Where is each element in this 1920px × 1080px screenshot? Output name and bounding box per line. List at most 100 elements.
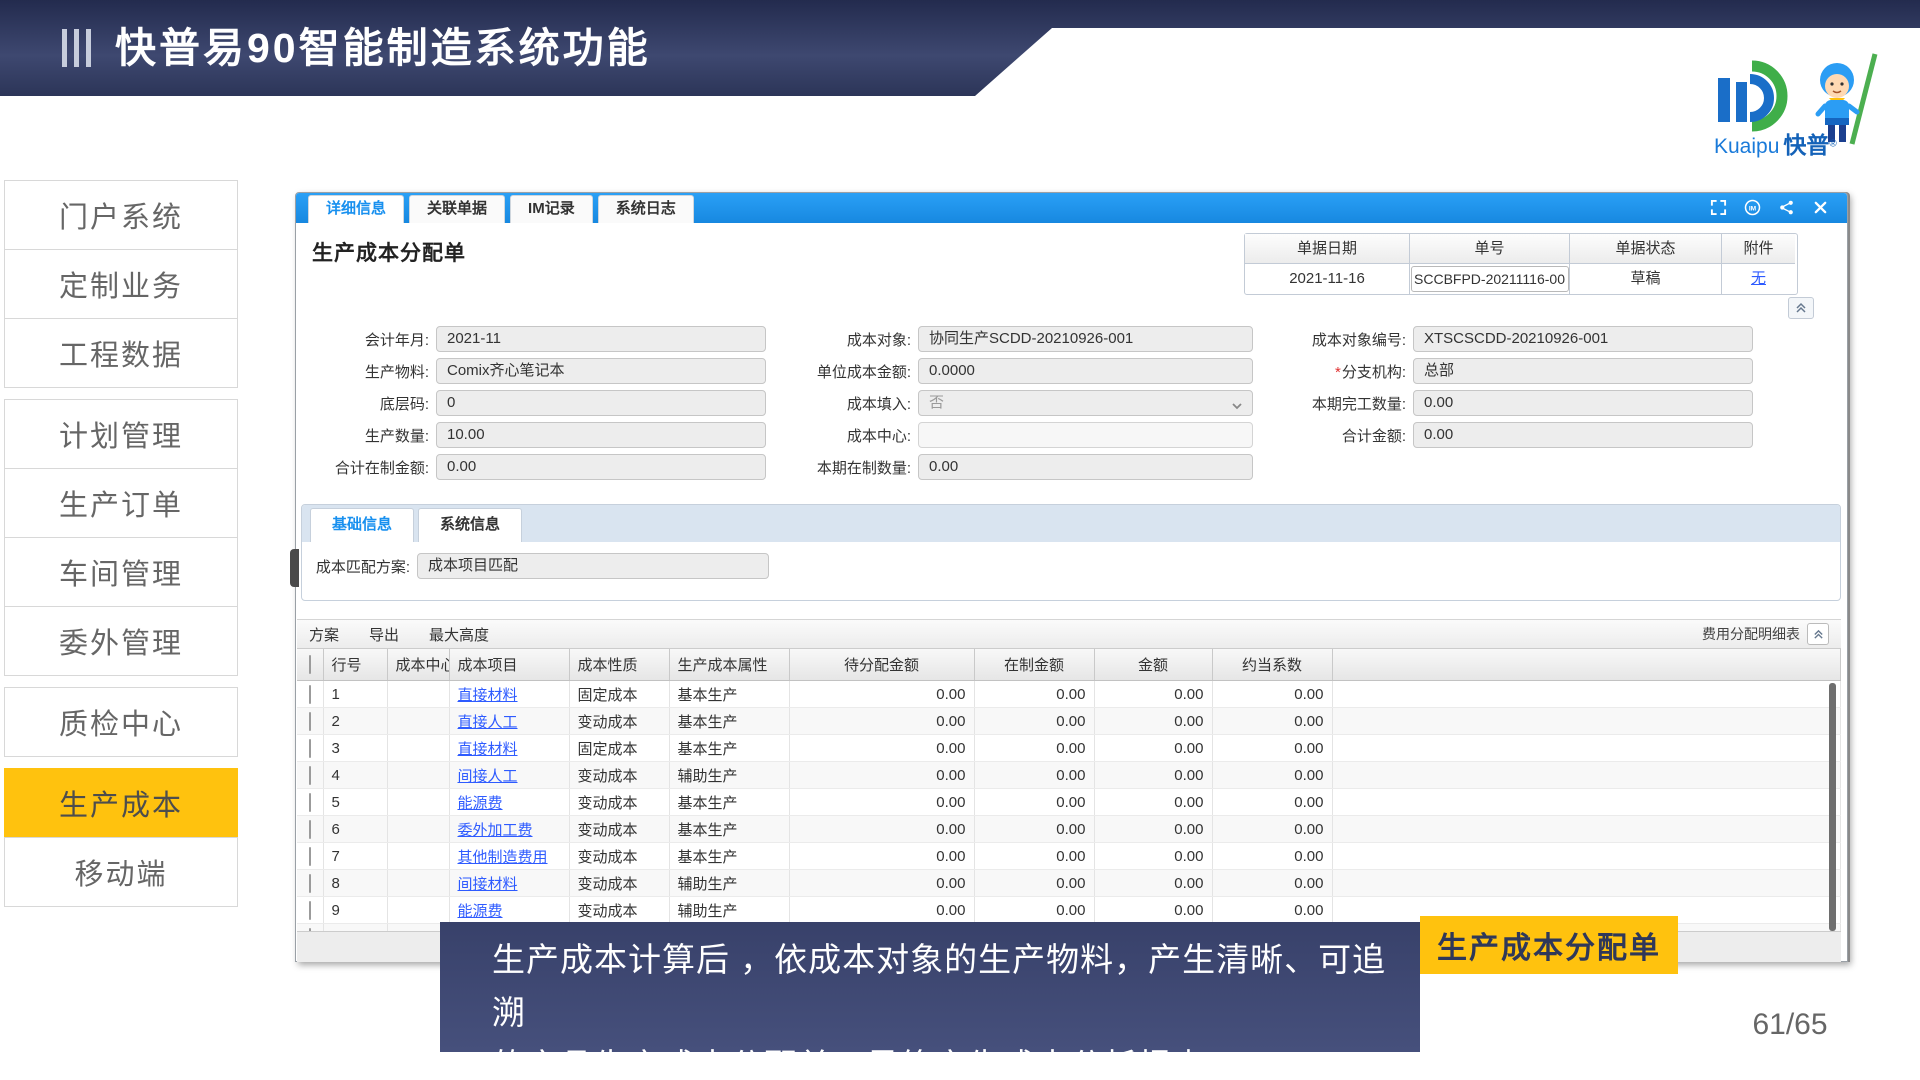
cost-item-link[interactable]: 直接材料 [458, 741, 518, 758]
wip-amount-cell: 0.00 [974, 897, 1094, 924]
caption-box: 生产成本计算后 ，依成本对象的生产物料，产生清晰、可追溯 的产品生产成本分配单，… [440, 922, 1420, 1052]
row-checkbox[interactable] [309, 874, 311, 893]
double-chevron-up-icon [1813, 629, 1824, 640]
field-input[interactable]: 0.0000 [918, 358, 1253, 384]
amount-cell: 0.00 [1094, 735, 1212, 762]
select-all-checkbox[interactable] [309, 655, 311, 674]
wip-amount-cell: 0.00 [974, 708, 1094, 735]
table-row: 5能源费变动成本基本生产0.000.000.000.00 [297, 789, 1841, 816]
row-checkbox-cell [297, 897, 323, 924]
subtab[interactable]: 系统信息 [418, 508, 522, 542]
field-label: 成本填入: [783, 393, 911, 414]
row-checkbox-cell [297, 681, 323, 708]
table-row: 2直接人工变动成本基本生产0.000.000.000.00 [297, 708, 1841, 735]
row-checkbox[interactable] [309, 766, 311, 785]
sidebar-item[interactable]: 委外管理 [4, 606, 238, 676]
cost-attr-cell: 基本生产 [669, 708, 789, 735]
app-tab[interactable]: 系统日志 [598, 195, 694, 223]
grid-header-filler [1332, 649, 1841, 681]
field-input[interactable]: Comix齐心笔记本 [436, 358, 766, 384]
table-row: 8间接材料变动成本辅助生产0.000.000.000.00 [297, 870, 1841, 897]
sidebar-item[interactable]: 定制业务 [4, 249, 238, 319]
sidebar-item[interactable]: 质检中心 [4, 687, 238, 757]
row-checkbox[interactable] [309, 820, 311, 839]
field-input[interactable]: XTSCSCDD-20210926-001 [1413, 326, 1753, 352]
wip-amount-cell: 0.00 [974, 735, 1094, 762]
app-tab[interactable]: 关联单据 [409, 195, 505, 223]
field-input[interactable] [918, 422, 1253, 448]
row-number-cell: 2 [323, 708, 387, 735]
field-input[interactable]: 2021-11 [436, 326, 766, 352]
im-icon[interactable]: IM [1744, 199, 1761, 216]
field-input[interactable]: 0.00 [1413, 422, 1753, 448]
close-icon[interactable] [1812, 199, 1829, 216]
sidebar-item[interactable]: 移动端 [4, 837, 238, 907]
field-input[interactable]: 0 [436, 390, 766, 416]
cost-center-cell [387, 789, 449, 816]
toolbar-item[interactable]: 导出 [369, 624, 399, 645]
field-label: 生产物料: [301, 361, 429, 382]
app-tab[interactable]: IM记录 [510, 195, 593, 223]
grid-collapse-button[interactable] [1807, 623, 1829, 645]
sidebar-item[interactable]: 车间管理 [4, 537, 238, 607]
cost-item-link[interactable]: 间接人工 [458, 768, 518, 785]
row-checkbox-cell [297, 816, 323, 843]
row-checkbox[interactable] [309, 685, 311, 704]
field-label: 合计在制金额: [301, 457, 429, 478]
field-input[interactable]: 10.00 [436, 422, 766, 448]
sidebar-item[interactable]: 计划管理 [4, 399, 238, 469]
doc-number-input[interactable]: SCCBFPD-20211116-00 [1411, 266, 1569, 292]
detail-grid: 方案导出最大高度 费用分配明细表 行号成本中心成本项目成本性质生产成本属性待分配… [297, 619, 1841, 962]
field-input[interactable]: 否 [918, 390, 1253, 416]
field-label: 会计年月: [301, 329, 429, 350]
header-collapse-button[interactable] [1788, 297, 1814, 319]
row-filler-cell [1332, 843, 1841, 870]
cost-item-link[interactable]: 能源费 [458, 903, 503, 920]
sidebar-item[interactable]: 生产订单 [4, 468, 238, 538]
subtab[interactable]: 基础信息 [310, 508, 414, 542]
cost-item-link[interactable]: 直接人工 [458, 714, 518, 731]
toolbar-item[interactable]: 最大高度 [429, 624, 489, 645]
vertical-scrollbar[interactable] [1829, 683, 1836, 931]
cost-attr-cell: 基本生产 [669, 789, 789, 816]
cost-item-link[interactable]: 能源费 [458, 795, 503, 812]
field-input[interactable]: 0.00 [436, 454, 766, 480]
fullscreen-icon[interactable] [1710, 199, 1727, 216]
row-checkbox[interactable] [309, 901, 311, 920]
cost-item-link[interactable]: 间接材料 [458, 876, 518, 893]
attachment-link[interactable]: 无 [1751, 270, 1766, 287]
grid-header-cell: 生产成本属性 [669, 649, 789, 681]
row-checkbox[interactable] [309, 712, 311, 731]
row-checkbox[interactable] [309, 739, 311, 758]
chevron-down-icon[interactable] [1230, 397, 1244, 411]
field-input[interactable]: 0.00 [1413, 390, 1753, 416]
coeff-cell: 0.00 [1212, 762, 1332, 789]
cost-item-link[interactable]: 其他制造费用 [458, 849, 548, 866]
double-chevron-up-icon [1795, 302, 1807, 314]
sidebar-item[interactable]: 门户系统 [4, 180, 238, 250]
amount-cell: 0.00 [1094, 897, 1212, 924]
doc-attachment-value[interactable]: 无 [1722, 264, 1795, 294]
cost-item-link[interactable]: 直接材料 [458, 687, 518, 704]
panel-collapse-handle[interactable] [290, 549, 299, 587]
wip-amount-cell: 0.00 [974, 762, 1094, 789]
row-checkbox[interactable] [309, 793, 311, 812]
cost-item-cell: 直接材料 [449, 735, 569, 762]
app-tab[interactable]: 详细信息 [308, 195, 404, 223]
sidebar-item[interactable]: 工程数据 [4, 318, 238, 388]
cost-item-link[interactable]: 委外加工费 [458, 822, 533, 839]
field-input[interactable]: 总部 [1413, 358, 1753, 384]
sidebar-item[interactable]: 生产成本 [4, 768, 238, 838]
field-input[interactable]: 协同生产SCDD-20210926-001 [918, 326, 1253, 352]
wip-amount-cell: 0.00 [974, 870, 1094, 897]
form-field-row: 单位成本金额:0.0000 [783, 358, 1253, 384]
toolbar-item[interactable]: 方案 [309, 624, 339, 645]
app-window: 详细信息关联单据IM记录系统日志 IM 生产成本分配单 单据日期单号单据状态附件… [295, 192, 1848, 962]
match-scheme-input[interactable]: 成本项目匹配 [417, 553, 769, 579]
amount-cell: 0.00 [1094, 816, 1212, 843]
row-number-cell: 1 [323, 681, 387, 708]
share-icon[interactable] [1778, 199, 1795, 216]
row-checkbox[interactable] [309, 847, 311, 866]
field-input[interactable]: 0.00 [918, 454, 1253, 480]
cost-attr-cell: 辅助生产 [669, 870, 789, 897]
